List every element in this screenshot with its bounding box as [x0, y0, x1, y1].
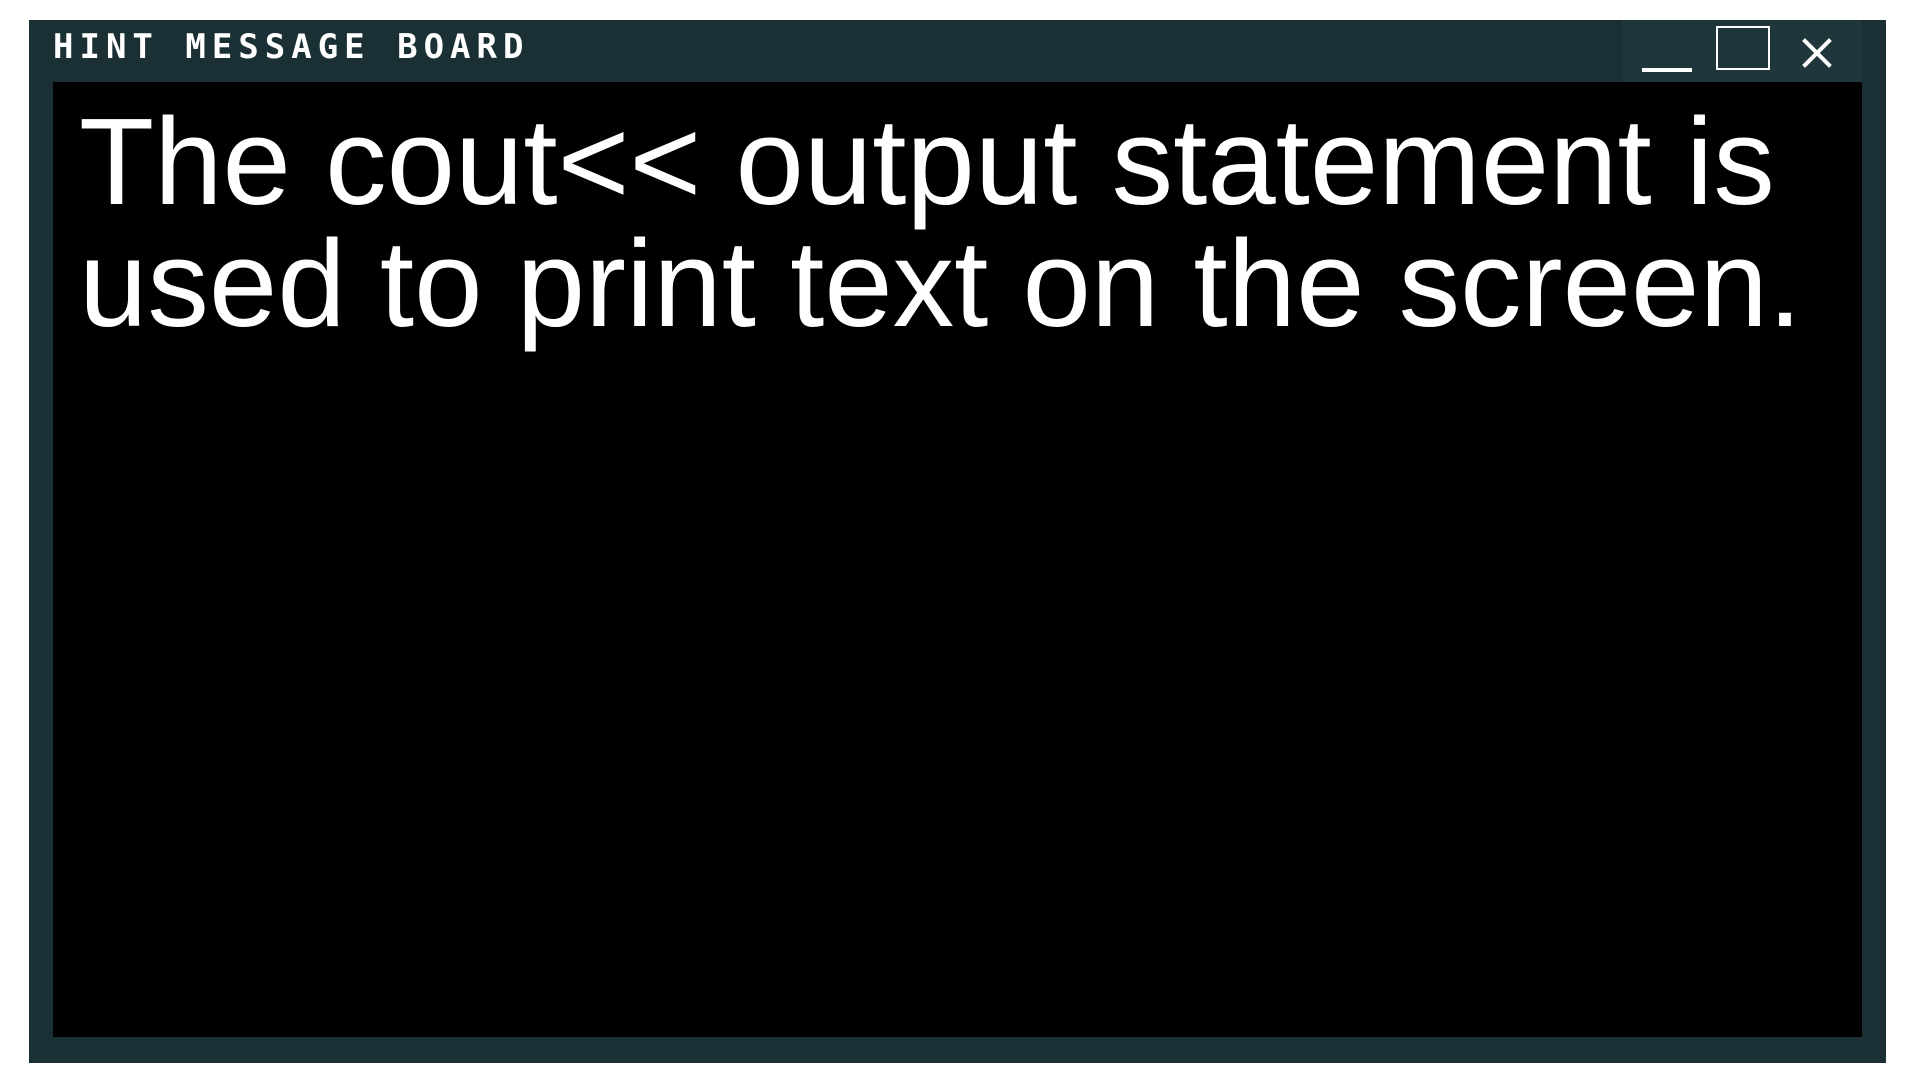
title-bar[interactable]: HINT MESSAGE BOARD — [29, 20, 1886, 82]
window-controls — [1622, 20, 1862, 82]
close-icon — [1802, 38, 1832, 68]
maximize-icon — [1716, 26, 1770, 70]
hint-message-text: The cout<< output statement is used to p… — [79, 94, 1803, 353]
hint-message-board-window: HINT MESSAGE BOARD The cout<< output sta… — [29, 20, 1886, 1063]
close-button[interactable] — [1792, 28, 1842, 74]
window-title: HINT MESSAGE BOARD — [53, 27, 530, 67]
maximize-button[interactable] — [1716, 26, 1770, 70]
minimize-button[interactable] — [1634, 28, 1704, 78]
message-area: The cout<< output statement is used to p… — [53, 82, 1862, 1037]
minimize-icon — [1642, 68, 1692, 72]
